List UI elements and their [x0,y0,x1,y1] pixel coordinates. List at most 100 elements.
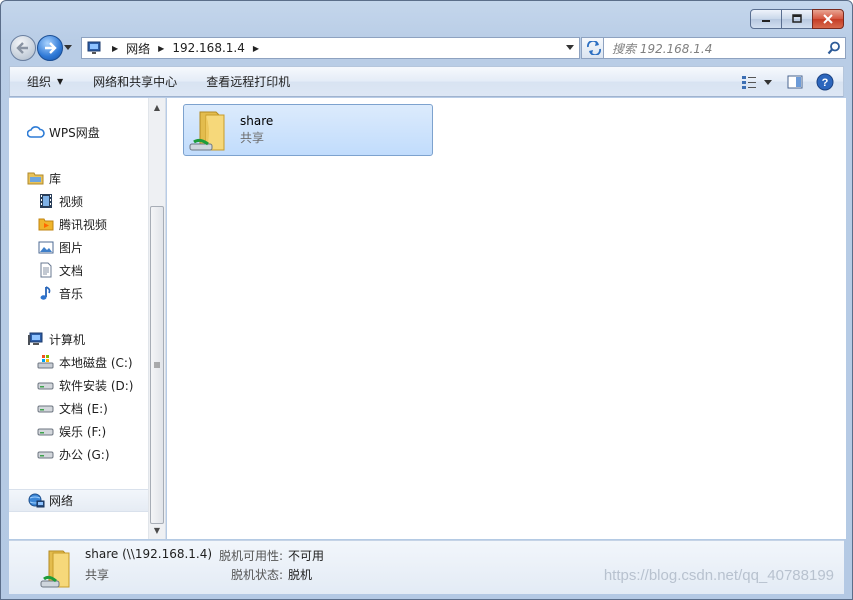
grip-icon [154,362,160,368]
hard-drive-icon [37,446,55,462]
chevron-down-icon: ▼ [57,77,64,86]
minimize-icon [762,20,770,22]
sidebar-item-label: 计算机 [49,332,86,347]
offline-status-value: 脱机 [288,568,313,582]
hard-drive-icon [37,400,55,416]
view-remote-printers-label: 查看远程打印机 [206,75,291,89]
svg-text:?: ? [822,77,829,89]
organize-button[interactable]: 组织 ▼ [10,67,74,96]
navigation-pane: WPS网盘 库 视频 腾讯视频 图片 文档 音乐 计算机 本地磁盘 (C:) 软… [9,98,166,539]
shared-folder-icon [39,545,75,591]
close-button[interactable] [812,9,844,29]
library-folder-icon [27,170,45,186]
network-sharing-center-label: 网络和共享中心 [93,75,178,89]
details-type: 共享 [85,568,110,582]
chevron-down-icon [566,45,574,50]
sidebar-item-wps[interactable]: WPS网盘 [27,122,100,142]
breadcrumb-separator-icon[interactable]: ▶ [108,44,122,53]
network-sharing-center-button[interactable]: 网络和共享中心 [74,67,188,96]
sidebar-item-network[interactable]: 网络 [9,489,149,512]
help-icon: ? [816,73,834,90]
details-pane: share (\\192.168.1.4) 共享 脱机可用性: 不可用 脱机状态… [9,540,844,594]
list-item[interactable]: share 共享 [183,104,433,156]
caption-buttons [750,9,844,29]
watermark-text: https://blog.csdn.net/qq_40788199 [603,567,834,584]
sidebar-item-pictures[interactable]: 图片 [37,237,83,257]
sidebar-item-libraries[interactable]: 库 [27,168,61,188]
close-icon [823,14,833,24]
search-placeholder: 搜索 192.168.1.4 [612,41,713,56]
picture-icon [37,239,55,255]
sidebar-item-drive-c[interactable]: 本地磁盘 (C:) [37,352,133,372]
preview-pane-button[interactable] [783,70,807,94]
nav-scrollbar[interactable]: ▲ ▼ [148,98,165,539]
address-bar[interactable]: ▶ 网络 ▶ 192.168.1.4 ▶ [81,37,580,59]
scroll-down-button[interactable]: ▼ [149,522,165,538]
maximize-button[interactable] [781,9,813,29]
sidebar-item-drive-f[interactable]: 娱乐 (F:) [37,421,106,441]
sidebar-item-computer[interactable]: 计算机 [27,329,85,349]
breadcrumb-separator-icon[interactable]: ▶ [249,44,263,53]
computer-icon [27,331,45,347]
history-buttons [10,35,73,61]
sidebar-item-videos[interactable]: 视频 [37,191,83,211]
explorer-window: ▶ 网络 ▶ 192.168.1.4 ▶ 搜索 192.168.1.4 组织 ▼… [0,0,853,600]
command-bar: 组织 ▼ 网络和共享中心 查看远程打印机 ? [9,66,844,97]
breadcrumb-host[interactable]: 192.168.1.4 [168,38,249,58]
sidebar-item-label: 腾讯视频 [59,217,108,232]
details-title: share (\\192.168.1.4) [85,547,213,561]
breadcrumb-network[interactable]: 网络 [122,38,154,58]
item-type: 共享 [240,131,265,145]
view-options-icon [742,75,772,89]
item-name: share [240,114,274,128]
sidebar-item-music[interactable]: 音乐 [37,283,83,303]
offline-availability-value: 不可用 [288,549,325,563]
tencent-video-icon [37,216,55,232]
sidebar-item-label: 视频 [59,194,84,209]
sidebar-item-documents[interactable]: 文档 [37,260,83,280]
cloud-icon [27,124,45,140]
sidebar-item-label: 库 [49,171,62,186]
breadcrumb-separator-icon[interactable]: ▶ [154,44,168,53]
system-drive-icon [37,354,55,370]
hard-drive-icon [37,377,55,393]
scroll-up-button[interactable]: ▲ [149,99,165,115]
sidebar-item-label: 办公 (G:) [59,447,110,462]
search-icon [827,41,840,55]
organize-label: 组织 [27,75,52,89]
offline-availability-label: 脱机可用性: [219,549,284,563]
sidebar-item-drive-d[interactable]: 软件安装 (D:) [37,375,133,395]
sidebar-item-label: 娱乐 (F:) [59,424,107,439]
network-computer-icon [87,41,101,54]
sidebar-item-label: 文档 [59,263,84,278]
sidebar-item-label: WPS网盘 [49,125,100,140]
sidebar-item-label: 文档 (E:) [59,401,108,416]
change-view-button[interactable] [737,70,777,94]
recent-pages-dropdown[interactable] [63,35,73,61]
sidebar-item-label: 软件安装 (D:) [59,378,134,393]
preview-pane-icon [787,75,803,88]
hard-drive-icon [37,423,55,439]
address-root-icon-seg[interactable] [82,38,108,58]
address-dropdown-button[interactable] [561,38,579,58]
sidebar-item-tencent-video[interactable]: 腾讯视频 [37,214,107,234]
back-arrow-icon [16,42,28,54]
help-button[interactable]: ? [813,70,837,94]
sidebar-item-label: 音乐 [59,286,84,301]
refresh-icon [586,41,601,55]
minimize-button[interactable] [750,9,782,29]
document-icon [37,262,55,278]
sidebar-item-drive-g[interactable]: 办公 (G:) [37,444,110,464]
forward-button[interactable] [37,35,63,61]
view-remote-printers-button[interactable]: 查看远程打印机 [188,67,301,96]
chevron-down-icon [64,45,72,50]
back-button[interactable] [10,35,36,61]
navigation-row: ▶ 网络 ▶ 192.168.1.4 ▶ 搜索 192.168.1.4 [10,35,846,61]
sidebar-item-label: 图片 [59,240,84,255]
scroll-thumb[interactable] [150,206,164,524]
forward-arrow-icon [45,42,57,54]
sidebar-item-drive-e[interactable]: 文档 (E:) [37,398,108,418]
view-controls: ? [731,67,837,96]
search-input[interactable]: 搜索 192.168.1.4 [603,37,846,59]
sidebar-item-label: 网络 [49,494,74,508]
